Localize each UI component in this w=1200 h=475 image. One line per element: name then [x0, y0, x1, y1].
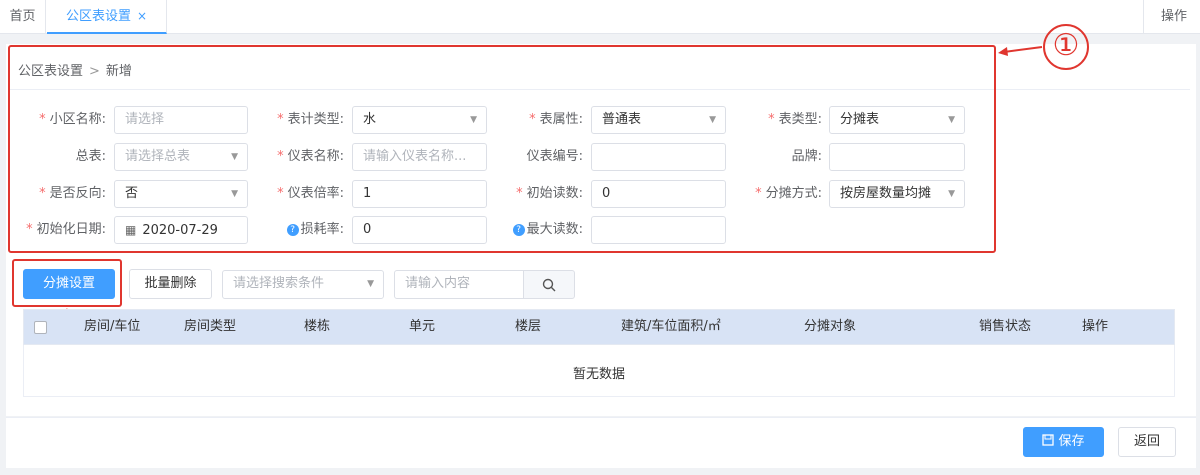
footer-bar	[6, 418, 1196, 468]
column-header: 分摊对象	[804, 319, 857, 334]
search-icon	[542, 278, 556, 292]
column-header: 房间类型	[184, 319, 237, 334]
tab-public-meter-settings[interactable]: 公区表设置 ×	[47, 0, 167, 34]
annotation-number-one: ①	[1043, 24, 1089, 70]
annotation-box-form	[8, 45, 996, 253]
batch-delete-button[interactable]: 批量删除	[129, 269, 212, 299]
column-header: 单元	[409, 319, 436, 334]
table-body: 暂无数据	[23, 345, 1175, 397]
close-icon[interactable]: ×	[137, 9, 147, 23]
search-input[interactable]: 请输入内容	[394, 270, 524, 299]
column-header: 房间/车位	[84, 319, 141, 334]
column-header: 楼层	[515, 319, 542, 334]
tab-label: 公区表设置	[65, 9, 131, 24]
tab-home[interactable]: 首页	[0, 0, 46, 34]
save-icon	[1042, 434, 1055, 446]
back-button[interactable]: 返回	[1118, 427, 1176, 457]
column-header: 建筑/车位面积/㎡	[621, 319, 721, 334]
chevron-down-icon: ▼	[367, 279, 374, 289]
annotation-box-alloc-button	[12, 259, 122, 307]
empty-state: 暂无数据	[572, 367, 625, 382]
save-button[interactable]: 保存	[1023, 427, 1104, 457]
column-header: 楼栋	[304, 319, 331, 334]
select-all-checkbox[interactable]	[34, 321, 47, 334]
table-header: 房间/车位 房间类型 楼栋 单元 楼层 建筑/车位面积/㎡ 分摊对象 销售状态 …	[23, 309, 1175, 345]
operations-label: 操作	[1161, 9, 1188, 24]
column-header: 销售状态	[979, 319, 1032, 334]
search-button[interactable]	[523, 270, 575, 299]
tab-operations-menu[interactable]: 操作⌄	[1143, 0, 1200, 56]
search-condition-select[interactable]: 请选择搜索条件 ▼	[222, 270, 384, 299]
tab-bar: 首页 公区表设置 × 操作⌄	[0, 0, 1200, 56]
annotation-arrow	[998, 46, 1043, 56]
column-header: 操作	[1082, 319, 1109, 334]
